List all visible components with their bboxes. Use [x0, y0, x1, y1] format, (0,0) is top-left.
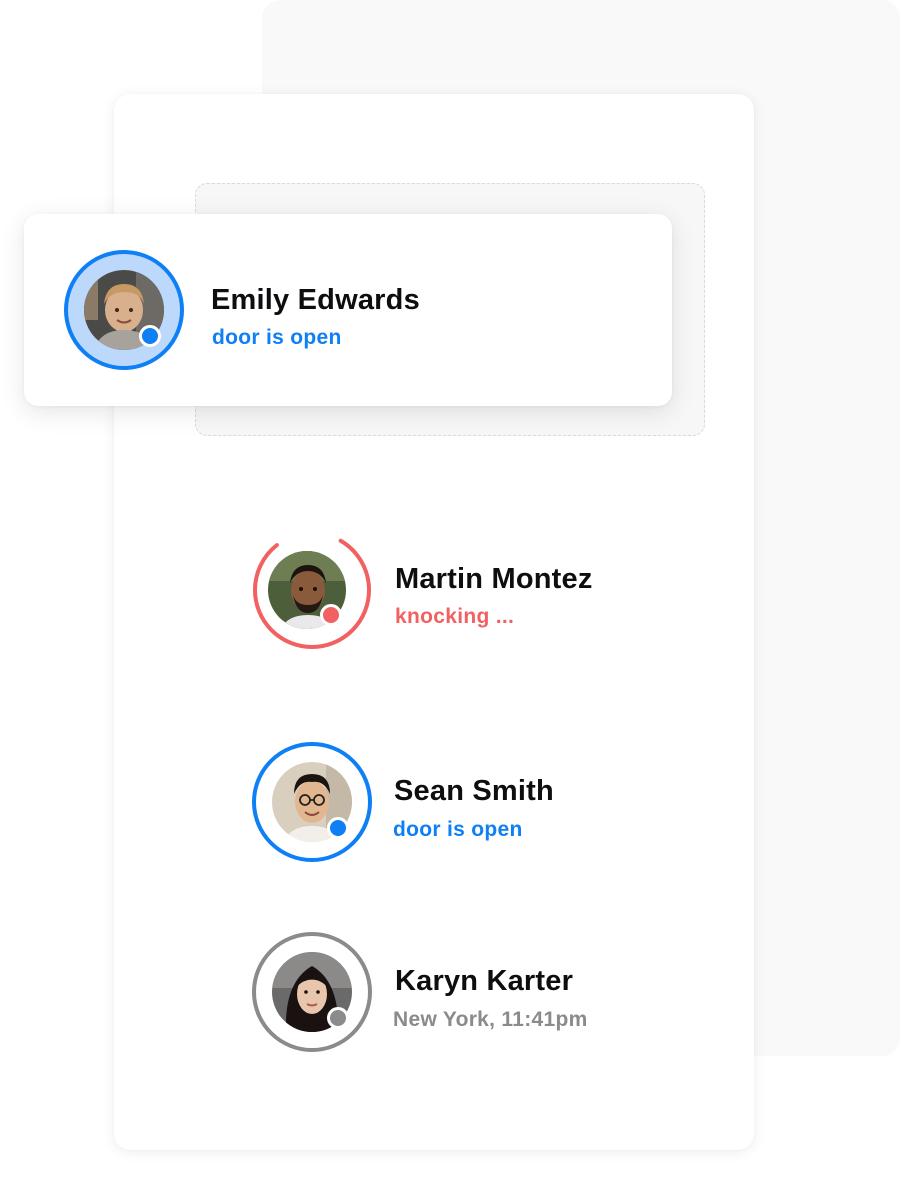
contact-status: door is open: [393, 818, 523, 841]
avatar-ring-open: [252, 742, 372, 862]
contact-name: Martin Montez: [395, 563, 593, 595]
contact-status: knocking ...: [395, 605, 515, 628]
avatar-ring-knocking: [252, 530, 372, 650]
status-dot-icon: [327, 817, 349, 839]
avatar-ring-away: [252, 932, 372, 1052]
stage: Emily Edwards door is open Martin Montez…: [0, 0, 900, 1178]
contact-status: door is open: [212, 326, 342, 349]
contact-name: Karyn Karter: [395, 965, 574, 997]
contact-name: Sean Smith: [394, 775, 554, 807]
status-dot-icon: [139, 325, 161, 347]
dragged-contact-card[interactable]: Emily Edwards door is open: [24, 214, 672, 406]
status-dot-icon: [320, 604, 342, 626]
status-dot-icon: [327, 1007, 349, 1029]
contact-name: Emily Edwards: [211, 284, 420, 316]
avatar-ring-open: [64, 250, 184, 370]
contact-status: New York, 11:41pm: [393, 1008, 588, 1031]
